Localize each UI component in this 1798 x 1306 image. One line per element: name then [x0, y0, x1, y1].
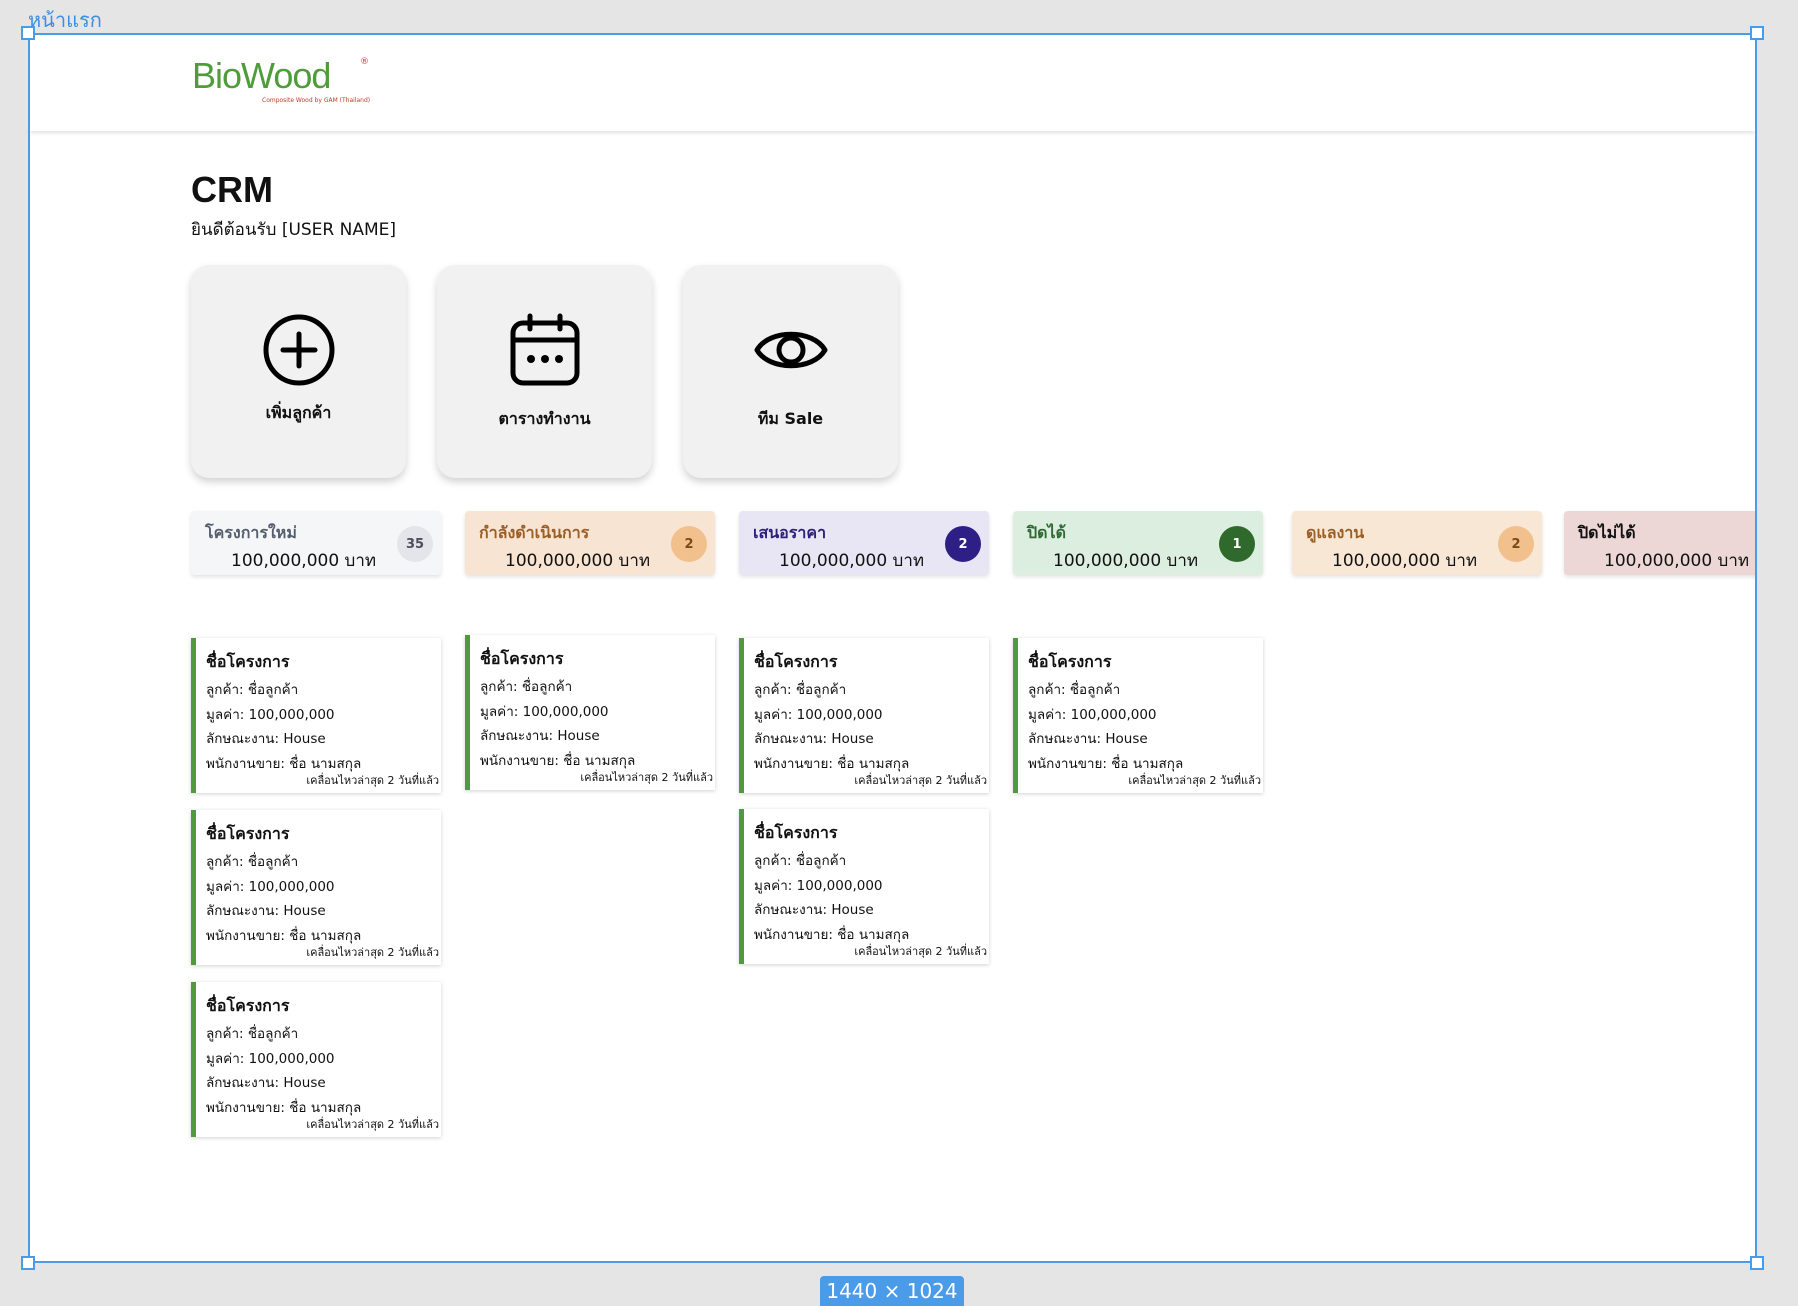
stage-header[interactable]: กำลังดำเนินการ 100,000,000 บาท 2 — [465, 511, 715, 575]
frame-name-label: หน้าแรก — [28, 8, 102, 32]
work-schedule-button[interactable]: ตารางทำงาน — [437, 265, 652, 478]
project-value: มูลค่า: 100,000,000 — [206, 879, 335, 895]
customer-name: ลูกค้า: ชื่อลูกค้า — [206, 682, 299, 698]
customer-name: ลูกค้า: ชื่อลูกค้า — [206, 1026, 299, 1042]
customer-name: ลูกค้า: ชื่อลูกค้า — [1028, 682, 1121, 698]
last-moved: เคลื่อนไหวล่าสุด 2 วันที่แล้ว — [580, 771, 713, 784]
customer-name: ลูกค้า: ชื่อลูกค้า — [754, 682, 847, 698]
last-moved: เคลื่อนไหวล่าสุด 2 วันที่แล้ว — [854, 774, 987, 787]
customer-name: ลูกค้า: ชื่อลูกค้า — [480, 679, 573, 695]
stage-count-badge: 35 — [397, 526, 433, 562]
last-moved: เคลื่อนไหวล่าสุด 2 วันที่แล้ว — [306, 774, 439, 787]
customer-name: ลูกค้า: ชื่อลูกค้า — [206, 854, 299, 870]
project-card[interactable]: ชื่อโครงการลูกค้า: ชื่อลูกค้ามูลค่า: 100… — [465, 635, 715, 790]
project-card[interactable]: ชื่อโครงการลูกค้า: ชื่อลูกค้ามูลค่า: 100… — [1013, 638, 1263, 793]
top-bar: BioWood ® Composite Wood by GAM (Thailan… — [30, 35, 1755, 131]
add-customer-button[interactable]: เพิ่มลูกค้า — [191, 265, 406, 478]
project-card[interactable]: ชื่อโครงการลูกค้า: ชื่อลูกค้ามูลค่า: 100… — [739, 809, 989, 964]
stage-header[interactable]: ดูแลงาน 100,000,000 บาท 2 — [1292, 511, 1542, 575]
resize-handle-bottom-right[interactable] — [1750, 1256, 1764, 1270]
stage-name: โครงการใหม่ — [205, 523, 297, 542]
customer-name: ลูกค้า: ชื่อลูกค้า — [754, 853, 847, 869]
welcome-text: ยินดีต้อนรับ [USER NAME] — [191, 220, 397, 240]
job-type: ลักษณะงาน: House — [206, 1075, 326, 1091]
project-name: ชื่อโครงการ — [754, 652, 838, 671]
stage-name: เสนอราคา — [753, 523, 827, 542]
add-customer-label: เพิ่มลูกค้า — [265, 403, 332, 422]
calendar-icon — [510, 313, 579, 386]
stage-name: ปิดได้ — [1027, 523, 1066, 542]
sales-team-button[interactable]: ทีม Sale — [683, 265, 898, 478]
stage-count-badge: 2 — [671, 526, 707, 562]
plus-circle-icon — [263, 314, 334, 386]
stage-header[interactable]: ปิดได้ 100,000,000 บาท 1 — [1013, 511, 1263, 575]
stage-header[interactable]: ปิดไม่ได้ 100,000,000 บาท — [1564, 511, 1755, 575]
stage-header[interactable]: เสนอราคา 100,000,000 บาท 2 — [739, 511, 989, 575]
stage-amount: 100,000,000 บาท — [231, 551, 377, 571]
project-card[interactable]: ชื่อโครงการลูกค้า: ชื่อลูกค้ามูลค่า: 100… — [191, 810, 441, 965]
work-schedule-label: ตารางทำงาน — [498, 409, 591, 428]
sales-team-label: ทีม Sale — [757, 409, 824, 428]
project-name: ชื่อโครงการ — [206, 824, 290, 843]
logo-tagline: Composite Wood by GAM (Thailand) — [262, 97, 371, 104]
stage-count-badge: 2 — [945, 526, 981, 562]
job-type: ลักษณะงาน: House — [754, 902, 874, 918]
stage-amount: 100,000,000 บาท — [1604, 551, 1750, 571]
job-type: ลักษณะงาน: House — [480, 728, 600, 744]
logo-registered-mark: ® — [360, 57, 369, 67]
project-name: ชื่อโครงการ — [206, 996, 290, 1015]
resize-handle-bottom-left[interactable] — [21, 1256, 35, 1270]
last-moved: เคลื่อนไหวล่าสุด 2 วันที่แล้ว — [306, 1118, 439, 1131]
project-card[interactable]: ชื่อโครงการลูกค้า: ชื่อลูกค้ามูลค่า: 100… — [191, 982, 441, 1137]
page-title: CRM — [191, 169, 273, 210]
job-type: ลักษณะงาน: House — [1028, 731, 1148, 747]
logo-text: BioWood — [192, 55, 331, 96]
project-name: ชื่อโครงการ — [480, 649, 564, 668]
stage-amount: 100,000,000 บาท — [505, 551, 651, 571]
stage-count-badge: 2 — [1498, 526, 1534, 562]
stage-amount: 100,000,000 บาท — [1332, 551, 1478, 571]
project-value: มูลค่า: 100,000,000 — [754, 878, 883, 894]
job-type: ลักษณะงาน: House — [206, 903, 326, 919]
resize-handle-top-right[interactable] — [1750, 26, 1764, 40]
project-name: ชื่อโครงการ — [1028, 652, 1112, 671]
project-card[interactable]: ชื่อโครงการลูกค้า: ชื่อลูกค้ามูลค่า: 100… — [191, 638, 441, 793]
project-value: มูลค่า: 100,000,000 — [754, 707, 883, 723]
project-value: มูลค่า: 100,000,000 — [206, 707, 335, 723]
project-card[interactable]: ชื่อโครงการลูกค้า: ชื่อลูกค้ามูลค่า: 100… — [739, 638, 989, 793]
eye-icon — [754, 331, 827, 369]
app-frame: BioWood ® Composite Wood by GAM (Thailan… — [28, 33, 1757, 1263]
job-type: ลักษณะงาน: House — [206, 731, 326, 747]
job-type: ลักษณะงาน: House — [754, 731, 874, 747]
stage-amount: 100,000,000 บาท — [1053, 551, 1199, 571]
stage-count-badge: 1 — [1219, 526, 1255, 562]
biowood-logo[interactable]: BioWood ® Composite Wood by GAM (Thailan… — [192, 55, 370, 107]
stage-name: ดูแลงาน — [1306, 523, 1365, 542]
project-name: ชื่อโครงการ — [206, 652, 290, 671]
resize-handle-top-left[interactable] — [21, 26, 35, 40]
last-moved: เคลื่อนไหวล่าสุด 2 วันที่แล้ว — [1128, 774, 1261, 787]
project-value: มูลค่า: 100,000,000 — [480, 704, 609, 720]
project-value: มูลค่า: 100,000,000 — [206, 1051, 335, 1067]
project-name: ชื่อโครงการ — [754, 823, 838, 842]
last-moved: เคลื่อนไหวล่าสุด 2 วันที่แล้ว — [854, 945, 987, 958]
stage-name: ปิดไม่ได้ — [1578, 523, 1636, 542]
last-moved: เคลื่อนไหวล่าสุด 2 วันที่แล้ว — [306, 946, 439, 959]
stage-header[interactable]: โครงการใหม่ 100,000,000 บาท 35 — [191, 511, 441, 575]
stage-name: กำลังดำเนินการ — [479, 523, 590, 542]
stage-amount: 100,000,000 บาท — [779, 551, 925, 571]
project-value: มูลค่า: 100,000,000 — [1028, 707, 1157, 723]
